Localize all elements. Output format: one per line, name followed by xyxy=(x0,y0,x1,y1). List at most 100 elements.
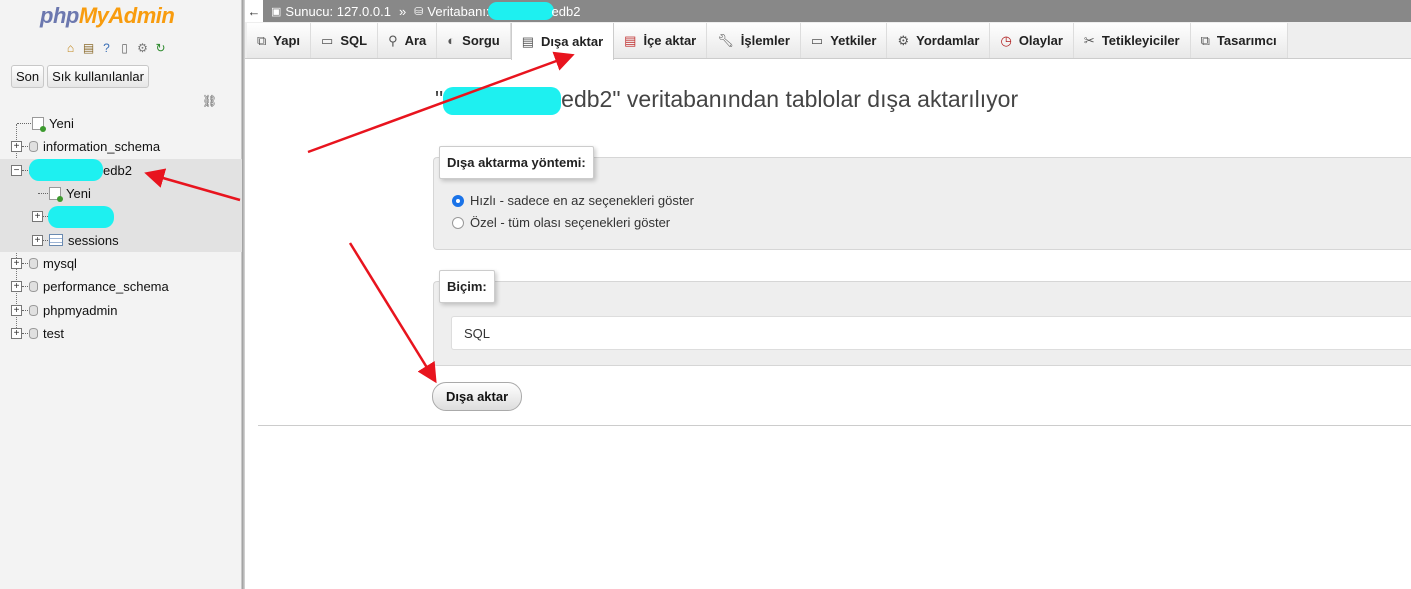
title-quote: " xyxy=(435,86,444,112)
expand-icon[interactable]: + xyxy=(11,141,22,153)
tab-label: İşlemler xyxy=(740,33,790,48)
tree-label: phpmyadmin xyxy=(43,302,118,318)
database-icon xyxy=(29,141,38,153)
expand-icon[interactable]: + xyxy=(11,327,22,339)
tree-label: information_schema xyxy=(43,139,161,155)
tree-item-new[interactable]: Yeni xyxy=(0,112,242,135)
quick-label[interactable]: Hızlı - sadece en az seçenekleri göster xyxy=(470,193,694,208)
server-icon: ▣ xyxy=(271,5,282,18)
nav-toolbar: ⌂ ▤ ? ▯ ⚙ ↻ xyxy=(63,40,168,55)
database-tree: Yeni + information_schema − edb2 Yeni + xyxy=(0,112,242,345)
tab-label: Yetkiler xyxy=(830,33,877,48)
tab-operations[interactable]: 🔧︎ İşlemler xyxy=(707,23,801,58)
tab-label: Sorgu xyxy=(462,33,500,48)
database-icon xyxy=(29,304,38,316)
home-icon[interactable]: ⌂ xyxy=(63,40,78,55)
expand-icon[interactable]: + xyxy=(32,234,43,246)
tab-label: Tasarımcı xyxy=(1216,33,1277,48)
phpmyadmin-logo[interactable]: phpMyAdmin xyxy=(40,3,175,29)
export-method-quick[interactable]: Hızlı - sadece en az seçenekleri göster xyxy=(452,193,694,208)
recent-button[interactable]: Son xyxy=(11,65,45,88)
redacted-name xyxy=(487,2,554,20)
breadcrumb-database[interactable]: ⛁ Veritabanı: edb2 xyxy=(414,2,580,20)
events-icon: ◷ xyxy=(1000,32,1012,48)
privileges-icon: ▭ xyxy=(810,32,824,48)
tree-label: sessions xyxy=(68,232,119,248)
settings-icon[interactable]: ⚙ xyxy=(135,40,150,55)
panel-resizer[interactable] xyxy=(242,0,245,589)
help-icon[interactable]: ? xyxy=(99,40,114,55)
format-select[interactable]: SQL xyxy=(451,316,1411,350)
back-arrow-icon[interactable]: ← xyxy=(245,0,263,22)
breadcrumb-database-name: edb2 xyxy=(551,3,581,19)
export-method-custom[interactable]: Özel - tüm olası seçenekleri göster xyxy=(452,215,670,230)
tab-bar: ⧉ Yapı ▭ SQL ⚲ Ara ◐ Sorgu ▤ Dışa aktar ▤ İçe … xyxy=(245,22,1411,60)
docs-icon[interactable]: ▯ xyxy=(117,40,132,55)
tab-label: Tetikleyiciler xyxy=(1101,33,1180,48)
tree-item-redacted-table[interactable]: + xyxy=(0,205,242,229)
tab-privileges[interactable]: ▭ Yetkiler xyxy=(800,23,888,58)
tree-item-phpmyadmin[interactable]: + phpmyadmin xyxy=(0,298,242,321)
favorites-button[interactable]: Sık kullanılanlar xyxy=(47,65,149,88)
redacted-name xyxy=(48,205,114,228)
database-icon xyxy=(29,281,38,293)
tree-label: test xyxy=(43,325,64,341)
phpmyadmin-window: phpMyAdmin ⌂ ▤ ? ▯ ⚙ ↻ Son Sık kullanıla… xyxy=(0,0,1411,589)
custom-radio[interactable] xyxy=(452,216,464,229)
divider xyxy=(258,425,1411,426)
arrow-to-export-button xyxy=(348,242,437,384)
quick-radio[interactable] xyxy=(452,194,464,207)
link-icon[interactable]: ⛓ xyxy=(202,94,217,108)
page-title: " edb2" veritabanından tablolar dışa akta… xyxy=(435,86,1018,115)
tab-query[interactable]: ◐ Sorgu xyxy=(437,23,511,58)
tab-label: Ara xyxy=(404,33,427,48)
tab-search[interactable]: ⚲ Ara xyxy=(378,23,438,58)
table-icon xyxy=(49,234,63,247)
tab-structure[interactable]: ⧉ Yapı xyxy=(247,23,312,58)
breadcrumb-server-label: Sunucu: 127.0.0.1 xyxy=(285,3,391,19)
tab-events[interactable]: ◷ Olaylar xyxy=(990,23,1074,58)
exit-icon[interactable]: ▤ xyxy=(81,40,96,55)
expand-icon[interactable]: + xyxy=(32,211,43,223)
tree-label: Yeni xyxy=(49,116,74,132)
tree-item-information-schema[interactable]: + information_schema xyxy=(0,135,242,158)
tree-item-performance-schema[interactable]: + performance_schema xyxy=(0,275,242,298)
nav-tab-buttons: Son Sık kullanılanlar xyxy=(11,65,149,88)
database-icon: ⛁ xyxy=(414,5,424,18)
tab-import[interactable]: ▤ İçe aktar xyxy=(614,23,708,58)
tree-item-table-new[interactable]: Yeni xyxy=(0,181,242,206)
breadcrumb-database-label: Veritabanı: xyxy=(427,3,490,19)
database-icon xyxy=(29,257,38,269)
breadcrumb-server[interactable]: ▣ Sunucu: 127.0.0.1 xyxy=(271,4,391,19)
import-icon: ▤ xyxy=(624,32,637,48)
reload-icon[interactable]: ↻ xyxy=(153,40,168,55)
expand-icon[interactable]: + xyxy=(11,304,22,316)
expand-icon[interactable]: + xyxy=(11,257,22,269)
designer-icon: ⧉ xyxy=(1200,32,1210,48)
title-text: " veritabanından tablolar dışa aktarılıy… xyxy=(612,86,1019,112)
tree-item-sessions[interactable]: + sessions xyxy=(0,228,242,252)
tree-item-mysql[interactable]: + mysql xyxy=(0,252,242,275)
tab-export[interactable]: ▤ Dışa aktar xyxy=(510,23,615,60)
tab-sql[interactable]: ▭ SQL xyxy=(311,23,379,58)
collapse-icon[interactable]: − xyxy=(11,164,22,176)
tab-label: SQL xyxy=(340,33,368,48)
navigation-panel: phpMyAdmin ⌂ ▤ ? ▯ ⚙ ↻ Son Sık kullanıla… xyxy=(0,0,242,589)
tab-designer[interactable]: ⧉ Tasarımcı xyxy=(1190,23,1288,58)
tab-label: Dışa aktar xyxy=(541,34,604,49)
export-icon: ▤ xyxy=(521,33,535,49)
breadcrumb: ← ▣ Sunucu: 127.0.0.1 » ⛁ Veritabanı: ed… xyxy=(245,0,1411,22)
export-submit-button[interactable]: Dışa aktar xyxy=(432,382,523,411)
tree-item-current-db[interactable]: − edb2 xyxy=(0,158,242,182)
tab-routines[interactable]: ⚙ Yordamlar xyxy=(887,23,991,58)
expand-icon[interactable]: + xyxy=(11,281,22,293)
tab-triggers[interactable]: ✂ Tetikleyiciler xyxy=(1073,23,1191,58)
query-icon: ◐ xyxy=(447,33,456,48)
sql-icon: ▭ xyxy=(321,32,334,48)
tree-label: mysql xyxy=(43,255,77,271)
tree-item-test[interactable]: + test xyxy=(0,322,242,345)
format-select-value: SQL xyxy=(464,326,491,341)
tree-label: performance_schema xyxy=(43,279,169,295)
custom-label[interactable]: Özel - tüm olası seçenekleri göster xyxy=(470,215,670,230)
export-method-legend: Dışa aktarma yöntemi: xyxy=(439,146,594,179)
